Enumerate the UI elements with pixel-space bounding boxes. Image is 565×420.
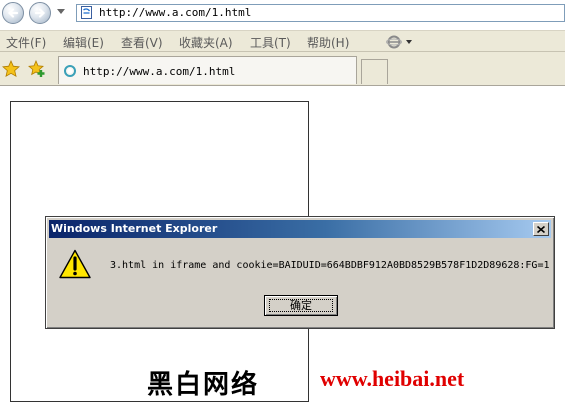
tab-bar: http://www.a.com/1.html bbox=[0, 52, 565, 86]
dialog-close-button[interactable] bbox=[533, 222, 549, 236]
menu-help[interactable]: 帮助(H) bbox=[307, 34, 349, 51]
recent-pages-dropdown-icon[interactable] bbox=[57, 9, 65, 14]
chevron-down-icon[interactable] bbox=[406, 40, 412, 44]
new-tab-button[interactable] bbox=[361, 59, 388, 84]
watermark-brand: 黑白网络 bbox=[147, 370, 260, 400]
address-field[interactable]: http://www.a.com/1.html bbox=[76, 4, 565, 22]
ie-logo-icon[interactable] bbox=[386, 34, 402, 50]
navigation-bar: http://www.a.com/1.html bbox=[0, 0, 565, 28]
menu-bar: 文件(F) 编辑(E) 查看(V) 收藏夹(A) 工具(T) 帮助(H) bbox=[0, 30, 565, 52]
tab-current-page[interactable]: http://www.a.com/1.html bbox=[58, 56, 357, 84]
menu-file[interactable]: 文件(F) bbox=[6, 34, 46, 51]
page-icon bbox=[81, 6, 92, 19]
focus-ring bbox=[269, 299, 333, 312]
forward-button[interactable] bbox=[29, 2, 51, 24]
favorites-star-icon[interactable] bbox=[2, 60, 20, 78]
dialog-titlebar[interactable]: Windows Internet Explorer bbox=[49, 220, 551, 238]
tab-title: http://www.a.com/1.html bbox=[83, 65, 236, 78]
loading-ring-icon bbox=[64, 65, 76, 77]
ok-button[interactable]: 确定 bbox=[264, 295, 338, 316]
alert-dialog: Windows Internet Explorer 3.html in ifra… bbox=[45, 216, 555, 329]
address-text: http://www.a.com/1.html bbox=[99, 6, 252, 19]
back-button[interactable] bbox=[2, 2, 24, 24]
menu-edit[interactable]: 编辑(E) bbox=[63, 34, 104, 51]
warning-icon bbox=[59, 249, 91, 279]
menu-view[interactable]: 查看(V) bbox=[121, 34, 163, 51]
menu-tools[interactable]: 工具(T) bbox=[250, 34, 291, 51]
close-icon bbox=[537, 225, 545, 233]
forward-arrow-icon bbox=[34, 8, 46, 18]
dialog-message: 3.html in iframe and cookie=BAIDUID=664B… bbox=[110, 260, 550, 271]
dialog-title: Windows Internet Explorer bbox=[51, 222, 218, 235]
back-arrow-icon bbox=[7, 8, 19, 18]
watermark-url: www.heibai.net bbox=[320, 366, 465, 391]
menu-favorites[interactable]: 收藏夹(A) bbox=[179, 34, 233, 51]
add-favorite-icon[interactable] bbox=[28, 60, 46, 78]
